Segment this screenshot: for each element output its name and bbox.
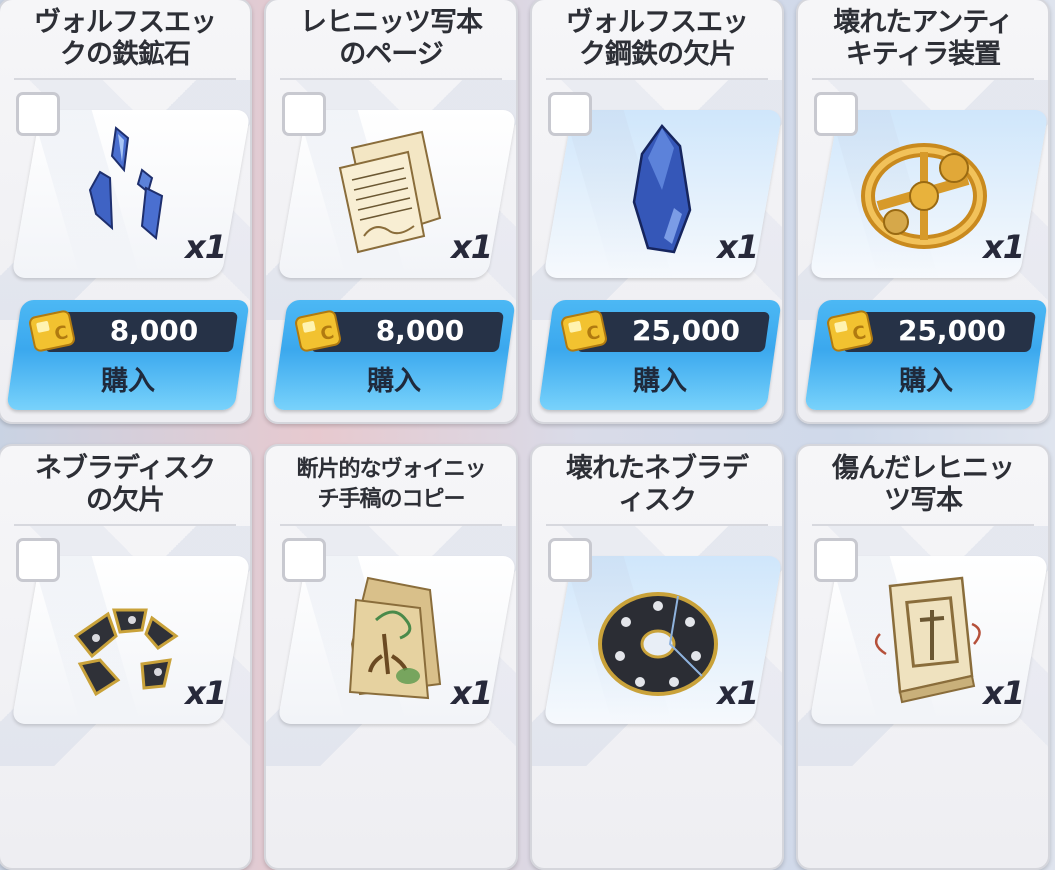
coin-icon: C bbox=[561, 310, 607, 352]
shop-item-card[interactable]: ヴォルフスエッ クの鉄鉱石 x1 C 8,000 購入 bbox=[0, 0, 252, 424]
item-title: ヴォルフスエッ クの鉄鉱石 bbox=[34, 7, 217, 70]
buy-button-label[interactable]: 購入 bbox=[280, 360, 508, 404]
item-title: 壊れたネブラデ ィスク bbox=[566, 453, 749, 516]
item-quantity: x1 bbox=[451, 674, 493, 712]
item-price: 8,000 bbox=[375, 314, 465, 347]
iron-ore-icon bbox=[88, 126, 164, 240]
coin-icon: C bbox=[295, 310, 341, 352]
select-checkbox[interactable] bbox=[814, 92, 858, 136]
coin-icon: C bbox=[29, 310, 75, 352]
item-title: ヴォルフスエッ ク鋼鉄の欠片 bbox=[566, 7, 749, 70]
shop-item-card[interactable]: ヴォルフスエッ ク鋼鉄の欠片 x1 C 25,000 購入 bbox=[530, 0, 784, 424]
disk-fragment-icon bbox=[73, 608, 179, 697]
damaged-codex-icon bbox=[874, 576, 981, 704]
shop-item-card[interactable]: 傷んだレヒニッ ツ写本 x1 bbox=[796, 444, 1050, 870]
item-price: 25,000 bbox=[631, 314, 741, 347]
shop-item-card[interactable]: レヒニッツ写本 のページ x1 C 8,000 購入 bbox=[264, 0, 518, 424]
divider bbox=[546, 78, 768, 80]
divider bbox=[14, 524, 236, 526]
item-title: 断片的なヴォイニッ チ手稿のコピー bbox=[296, 457, 486, 512]
item-quantity: x1 bbox=[983, 228, 1025, 266]
item-title: ネブラディスク の欠片 bbox=[34, 453, 216, 516]
item-title: 傷んだレヒニッ ツ写本 bbox=[832, 453, 1015, 516]
select-checkbox[interactable] bbox=[548, 92, 592, 136]
item-price: 8,000 bbox=[109, 314, 199, 347]
select-checkbox[interactable] bbox=[814, 538, 858, 582]
coin-icon: C bbox=[827, 310, 873, 352]
item-quantity: x1 bbox=[185, 674, 227, 712]
divider bbox=[812, 78, 1034, 80]
broken-disk-icon bbox=[598, 592, 718, 696]
item-price: 25,000 bbox=[897, 314, 1007, 347]
manuscript-page-icon bbox=[338, 130, 442, 254]
divider bbox=[280, 78, 502, 80]
select-checkbox[interactable] bbox=[282, 92, 326, 136]
item-quantity: x1 bbox=[185, 228, 227, 266]
buy-button-label[interactable]: 購入 bbox=[812, 360, 1040, 404]
shop-item-card[interactable]: ネブラディスク の欠片 x1 bbox=[0, 444, 252, 870]
voynich-copy-icon bbox=[348, 576, 442, 700]
item-title: レヒニッツ写本 のページ bbox=[300, 7, 483, 70]
antikythera-device-icon bbox=[861, 143, 987, 249]
select-checkbox[interactable] bbox=[16, 538, 60, 582]
shop-item-card[interactable]: 壊れたアンティ キティラ装置 x1 C 25,000 購入 bbox=[796, 0, 1050, 424]
buy-button-label[interactable]: 購入 bbox=[546, 360, 774, 404]
steel-shard-icon bbox=[632, 124, 692, 254]
item-quantity: x1 bbox=[983, 674, 1025, 712]
item-quantity: x1 bbox=[717, 228, 759, 266]
select-checkbox[interactable] bbox=[16, 92, 60, 136]
divider bbox=[546, 524, 768, 526]
divider bbox=[280, 524, 502, 526]
select-checkbox[interactable] bbox=[548, 538, 592, 582]
shop-item-card[interactable]: 断片的なヴォイニッ チ手稿のコピー x1 bbox=[264, 444, 518, 870]
select-checkbox[interactable] bbox=[282, 538, 326, 582]
divider bbox=[14, 78, 236, 80]
buy-button-label[interactable]: 購入 bbox=[14, 360, 242, 404]
item-quantity: x1 bbox=[451, 228, 493, 266]
divider bbox=[812, 524, 1034, 526]
shop-item-card[interactable]: 壊れたネブラデ ィスク x1 bbox=[530, 444, 784, 870]
item-title: 壊れたアンティ キティラ装置 bbox=[833, 7, 1013, 70]
item-quantity: x1 bbox=[717, 674, 759, 712]
